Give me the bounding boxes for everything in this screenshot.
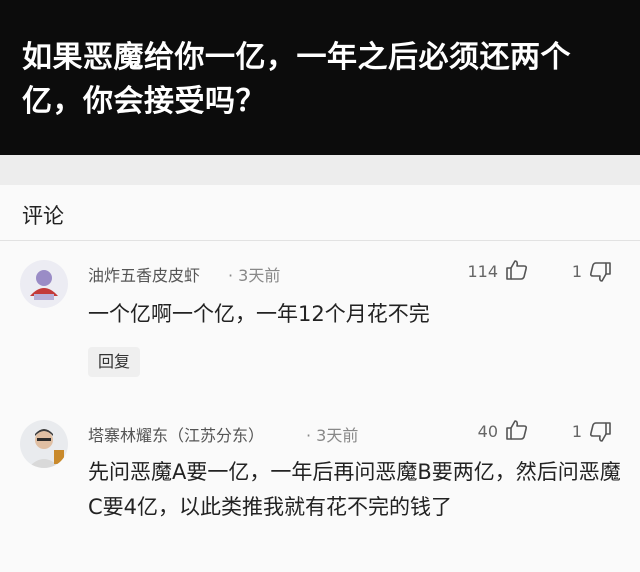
comments-header: 评论 xyxy=(22,204,64,228)
comment-text: 一个亿啊一个亿，一年12个月花不完 xyxy=(88,302,430,326)
thumbs-down-icon[interactable] xyxy=(588,420,612,444)
like-count: 114 xyxy=(467,262,498,281)
thumbs-up-icon[interactable] xyxy=(505,418,529,442)
comment-username[interactable]: 油炸五香皮皮虾 xyxy=(88,262,200,286)
comment-username[interactable]: 塔寨林耀东（江苏分东） xyxy=(88,422,264,446)
avatar[interactable] xyxy=(20,420,68,468)
section-gap xyxy=(0,155,640,185)
comment-time: · 3天前 xyxy=(228,266,281,285)
header-divider xyxy=(0,240,640,241)
question-banner: 如果恶魔给你一亿，一年之后必须还两个亿，你会接受吗？ xyxy=(0,0,640,155)
avatar[interactable] xyxy=(20,260,68,308)
dislike-count: 1 xyxy=(571,422,582,441)
comment-text: 先问恶魔A要一亿，一年后再问恶魔B要两亿，然后问恶魔C要4亿，以此类推我就有花不… xyxy=(88,460,621,519)
comment-time: · 3天前 xyxy=(306,426,359,445)
thumbs-up-icon[interactable] xyxy=(505,258,529,282)
question-title: 如果恶魔给你一亿，一年之后必须还两个亿，你会接受吗？ xyxy=(22,40,571,119)
thumbs-down-icon[interactable] xyxy=(588,260,612,284)
reply-button[interactable]: 回复 xyxy=(88,347,141,377)
dislike-count: 1 xyxy=(571,262,582,281)
like-count: 40 xyxy=(477,422,498,441)
